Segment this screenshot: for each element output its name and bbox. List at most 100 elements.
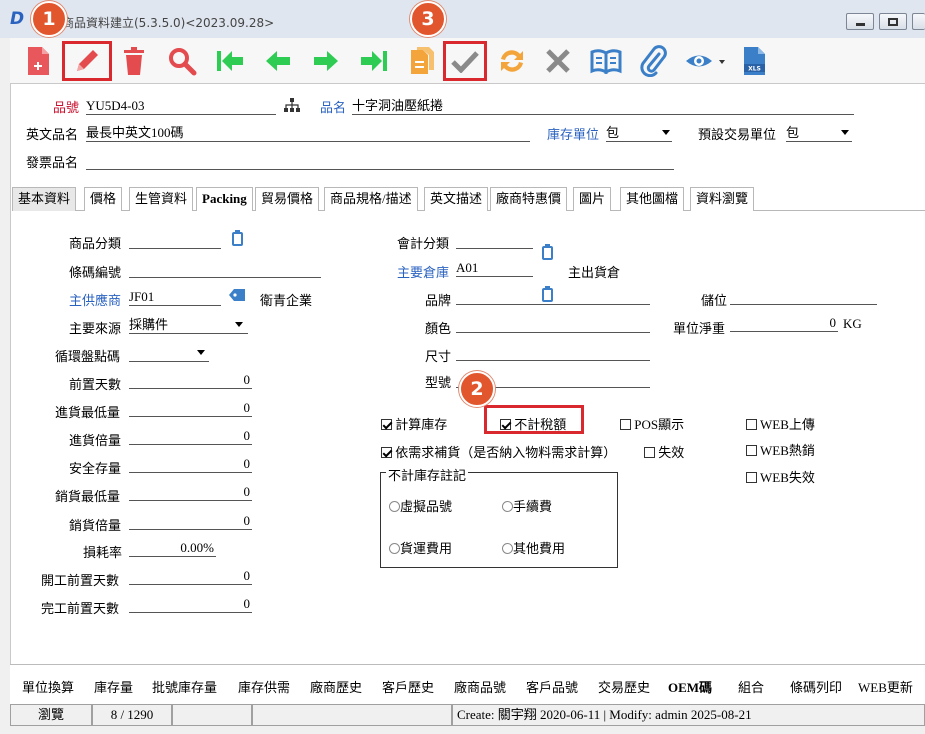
no-tax-checkbox[interactable]: 不計稅額 bbox=[500, 414, 566, 433]
pencil-icon bbox=[77, 50, 98, 71]
hierarchy-button[interactable] bbox=[283, 97, 301, 117]
unit-convert-button[interactable]: 單位換算 bbox=[22, 677, 74, 696]
item-name-label: 品名 bbox=[320, 100, 347, 115]
min-sales-label: 銷貨最低量 bbox=[55, 489, 121, 504]
checkbox-icon bbox=[746, 419, 757, 430]
stock-supply-button[interactable]: 庫存供需 bbox=[238, 677, 290, 696]
delete-button[interactable] bbox=[114, 43, 154, 79]
maximize-button[interactable] bbox=[879, 13, 907, 30]
pos-show-checkbox[interactable]: POS顯示 bbox=[620, 414, 684, 433]
web-invalid-checkbox[interactable]: WEB失效 bbox=[746, 467, 815, 486]
clipboard-icon[interactable] bbox=[542, 244, 553, 260]
combo-button[interactable]: 組合 bbox=[738, 677, 764, 696]
window-title: 商品資料建立(5.3.5.0)<2023.09.28> bbox=[62, 16, 275, 30]
tag-icon[interactable] bbox=[228, 288, 246, 306]
status-mode: 瀏覽 bbox=[10, 704, 92, 726]
last-record-button[interactable] bbox=[354, 43, 394, 79]
x-cross-icon bbox=[546, 49, 570, 73]
customer-history-button[interactable]: 客戶歷史 bbox=[382, 677, 434, 696]
purchase-multiple-label: 進貨倍量 bbox=[69, 433, 122, 448]
tab-other-images[interactable]: 其他圖檔 bbox=[620, 187, 685, 211]
invalid-label: 失效 bbox=[658, 445, 685, 460]
warehouse-code-field[interactable]: A01 bbox=[456, 259, 533, 277]
item-name-field[interactable]: 十字洞油壓紙捲 bbox=[352, 97, 854, 115]
book-button[interactable] bbox=[586, 43, 626, 79]
invalid-checkbox[interactable]: 失效 bbox=[644, 442, 684, 461]
minimize-button[interactable] bbox=[846, 13, 874, 30]
supplier-name: 衛青企業 bbox=[260, 293, 313, 308]
radio-icon bbox=[502, 543, 513, 554]
virtual-radio[interactable]: 虛擬品號 bbox=[389, 496, 452, 515]
lead-days-field[interactable]: 0 bbox=[129, 371, 252, 389]
tab-basic[interactable]: 基本資料 bbox=[12, 187, 77, 211]
tab-vendor-special[interactable]: 廠商特惠價 bbox=[490, 187, 568, 211]
min-purchase-field[interactable]: 0 bbox=[129, 399, 252, 417]
source-select[interactable]: 採購件 bbox=[129, 316, 248, 334]
confirm-button[interactable] bbox=[443, 41, 487, 81]
tab-data-browse[interactable]: 資料瀏覽 bbox=[690, 187, 755, 211]
vendor-item-no-button[interactable]: 廠商品號 bbox=[454, 677, 506, 696]
tab-packing[interactable]: Packing bbox=[196, 187, 253, 211]
barcode-field[interactable] bbox=[129, 260, 321, 278]
sales-multiple-label: 銷貨倍量 bbox=[69, 518, 122, 533]
web-update-button[interactable]: WEB更新 bbox=[858, 677, 913, 696]
safety-stock-field[interactable]: 0 bbox=[129, 455, 252, 473]
calc-stock-checkbox[interactable]: 計算庫存 bbox=[381, 414, 447, 433]
cancel-button[interactable] bbox=[538, 43, 578, 79]
brand-field[interactable] bbox=[456, 287, 650, 305]
copy-document-icon bbox=[411, 47, 434, 74]
tab-images[interactable]: 圖片 bbox=[573, 187, 612, 211]
left-arrow-icon bbox=[266, 51, 290, 71]
first-record-button[interactable] bbox=[210, 43, 250, 79]
tab-spec[interactable]: 商品規格/描述 bbox=[324, 187, 418, 211]
vendor-history-button[interactable]: 廠商歷史 bbox=[310, 677, 362, 696]
excel-export-button[interactable]: XLS bbox=[734, 43, 774, 79]
new-button[interactable] bbox=[18, 43, 58, 79]
demand-replenish-checkbox[interactable]: 依需求補貨（是否納入物料需求計算） bbox=[381, 442, 616, 461]
refresh-button[interactable] bbox=[492, 43, 532, 79]
finish-lead-field[interactable]: 0 bbox=[129, 595, 252, 613]
copy-button[interactable] bbox=[402, 43, 442, 79]
clipboard-icon[interactable] bbox=[232, 230, 243, 246]
en-name-field[interactable]: 最長中英文100碼 bbox=[86, 124, 530, 142]
location-field[interactable] bbox=[730, 287, 877, 305]
purchase-multiple-field[interactable]: 0 bbox=[129, 427, 252, 445]
batch-stock-button[interactable]: 批號庫存量 bbox=[152, 677, 217, 696]
min-sales-field[interactable]: 0 bbox=[129, 483, 252, 501]
supplier-code-field[interactable]: JF01 bbox=[129, 288, 221, 306]
web-upload-checkbox[interactable]: WEB上傳 bbox=[746, 414, 815, 433]
fee-radio[interactable]: 手續費 bbox=[502, 496, 552, 515]
tab-trade-price[interactable]: 貿易價格 bbox=[255, 187, 320, 211]
freight-radio[interactable]: 貨運費用 bbox=[389, 538, 452, 557]
sales-multiple-field[interactable]: 0 bbox=[129, 512, 252, 530]
oem-code-button[interactable]: OEM碼 bbox=[668, 677, 712, 696]
prev-record-button[interactable] bbox=[258, 43, 298, 79]
size-field[interactable] bbox=[456, 343, 650, 361]
attach-button[interactable] bbox=[634, 43, 674, 79]
close-button[interactable] bbox=[912, 13, 925, 30]
color-field[interactable] bbox=[456, 315, 650, 333]
other-radio[interactable]: 其他費用 bbox=[502, 538, 565, 557]
net-weight-field[interactable]: 0 bbox=[730, 314, 838, 332]
view-button[interactable] bbox=[680, 43, 730, 79]
tab-en-desc[interactable]: 英文描述 bbox=[424, 187, 489, 211]
web-hot-checkbox[interactable]: WEB熱銷 bbox=[746, 440, 815, 459]
tab-price[interactable]: 價格 bbox=[84, 187, 123, 211]
next-record-button[interactable] bbox=[306, 43, 346, 79]
item-no-field[interactable]: YU5D4-03 bbox=[86, 97, 276, 115]
edit-button[interactable] bbox=[62, 41, 112, 81]
trade-history-button[interactable]: 交易歷史 bbox=[598, 677, 650, 696]
loss-rate-field[interactable]: 0.00% bbox=[129, 539, 216, 557]
tab-production[interactable]: 生管資料 bbox=[129, 187, 194, 211]
invoice-name-field[interactable] bbox=[86, 152, 674, 170]
barcode-print-button[interactable]: 條碼列印 bbox=[790, 677, 842, 696]
customer-item-no-button[interactable]: 客戶品號 bbox=[526, 677, 578, 696]
invoice-name-label: 發票品名 bbox=[26, 155, 79, 170]
accounting-field[interactable] bbox=[456, 231, 533, 249]
search-button[interactable] bbox=[162, 43, 202, 79]
stock-qty-button[interactable]: 庫存量 bbox=[94, 677, 133, 696]
source-label: 主要來源 bbox=[69, 321, 122, 336]
start-lead-field[interactable]: 0 bbox=[129, 567, 252, 585]
net-weight-label: 單位淨重 bbox=[673, 321, 726, 336]
category-field[interactable] bbox=[129, 231, 221, 249]
